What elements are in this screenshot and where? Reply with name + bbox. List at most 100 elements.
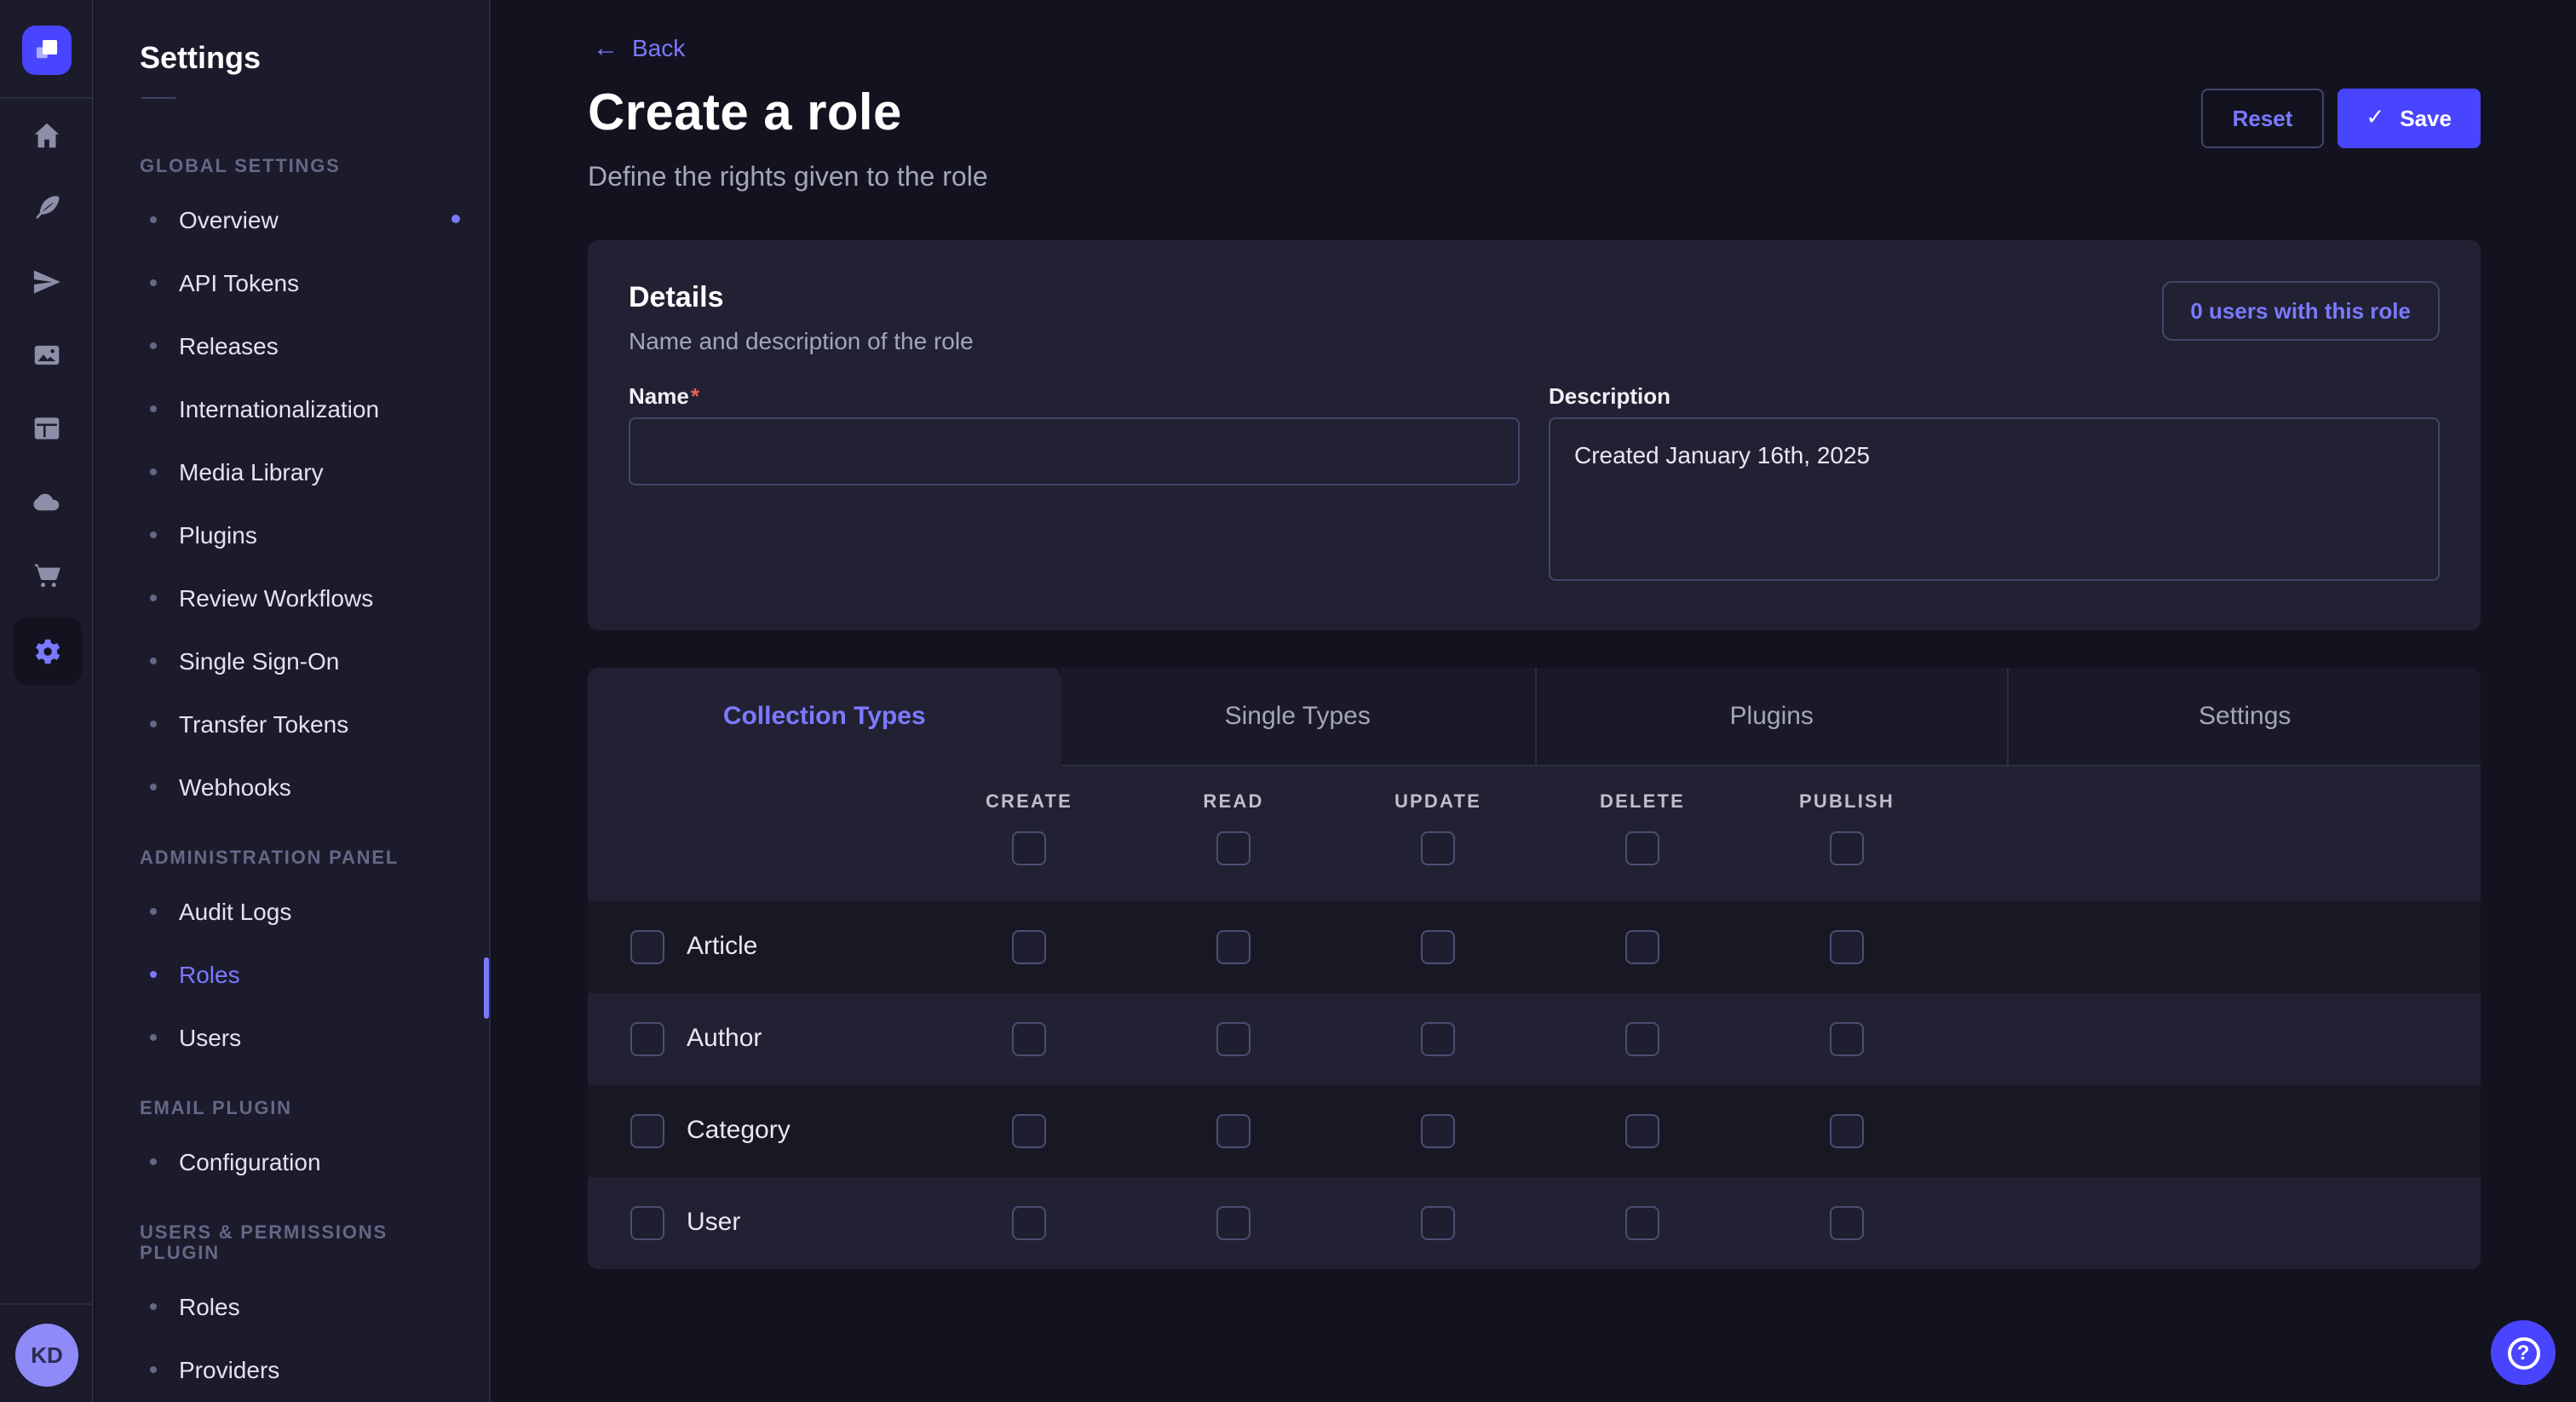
sidebar-item-roles[interactable]: Roles	[95, 942, 489, 1005]
perm-article-read-checkbox[interactable]	[1216, 929, 1251, 963]
perm-category-read-checkbox[interactable]	[1216, 1113, 1251, 1147]
sidebar-item-label: Media Library	[179, 457, 324, 485]
content-manager-icon[interactable]	[10, 392, 83, 465]
sidebar-item-label: Webhooks	[179, 773, 291, 800]
table-row-user: User	[588, 1176, 2481, 1268]
perm-article-create-checkbox[interactable]	[1012, 929, 1046, 963]
sidebar-item-review-workflows[interactable]: Review Workflows	[95, 566, 489, 629]
perm-author-read-checkbox[interactable]	[1216, 1021, 1251, 1055]
settings-gear-icon[interactable]	[13, 617, 81, 685]
sidebar-item-label: Users	[179, 1023, 241, 1050]
sidebar-item-users[interactable]: Users	[95, 1005, 489, 1068]
row-article-select-checkbox[interactable]	[630, 929, 664, 963]
sidebar-item-api-tokens[interactable]: API Tokens	[95, 250, 489, 313]
sidebar-item-providers[interactable]: Providers	[95, 1337, 489, 1400]
marketplace-cart-icon[interactable]	[10, 538, 83, 612]
sidebar-item-overview[interactable]: Overview	[95, 187, 489, 250]
perm-column-label: DELETE	[1600, 791, 1685, 812]
save-label: Save	[2400, 105, 2452, 130]
avatar[interactable]: KD	[15, 1324, 78, 1387]
tab-plugins[interactable]: Plugins	[1534, 667, 2008, 766]
tab-settings[interactable]: Settings	[2008, 667, 2481, 766]
sidebar-item-plugins[interactable]: Plugins	[95, 503, 489, 566]
table-row-article: Article	[588, 900, 2481, 992]
select-all-publish-checkbox[interactable]	[1830, 830, 1864, 865]
permissions-section: Collection TypesSingle TypesPluginsSetti…	[588, 667, 2481, 1268]
role-name-input[interactable]	[629, 417, 1520, 485]
sidebar-item-audit-logs[interactable]: Audit Logs	[95, 879, 489, 942]
save-button[interactable]: ✓ Save	[2337, 88, 2481, 147]
sidebar-item-roles[interactable]: Roles	[95, 1274, 489, 1337]
check-icon: ✓	[2366, 104, 2384, 131]
perm-user-read-checkbox[interactable]	[1216, 1205, 1251, 1239]
media-library-icon[interactable]	[10, 319, 83, 392]
perm-author-publish-checkbox[interactable]	[1830, 1021, 1864, 1055]
role-description-textarea[interactable]: Created January 16th, 2025	[1549, 417, 2440, 580]
nav-section-label: EMAIL PLUGIN	[140, 1099, 445, 1119]
tab-collection-types[interactable]: Collection Types	[588, 667, 1061, 766]
perm-column-create: CREATE	[927, 766, 1131, 865]
sidebar-item-media-library[interactable]: Media Library	[95, 440, 489, 503]
collection-types-panel: CREATEREADUPDATEDELETEPUBLISH ArticleAut…	[588, 766, 2481, 1268]
perm-user-update-checkbox[interactable]	[1421, 1205, 1455, 1239]
perm-article-publish-checkbox[interactable]	[1830, 929, 1864, 963]
perm-column-label: CREATE	[986, 791, 1072, 812]
perm-article-delete-checkbox[interactable]	[1625, 929, 1659, 963]
perm-user-create-checkbox[interactable]	[1012, 1205, 1046, 1239]
help-button[interactable]: ?	[2491, 1320, 2556, 1385]
cloud-icon[interactable]	[10, 465, 83, 538]
perm-column-read: READ	[1131, 766, 1336, 865]
tab-single-types[interactable]: Single Types	[1061, 667, 1535, 766]
row-category-select-checkbox[interactable]	[630, 1113, 664, 1147]
bullet-icon	[150, 468, 157, 474]
select-all-delete-checkbox[interactable]	[1625, 830, 1659, 865]
bullet-icon	[150, 1365, 157, 1372]
sidebar-item-internationalization[interactable]: Internationalization	[95, 376, 489, 440]
perm-user-publish-checkbox[interactable]	[1830, 1205, 1864, 1239]
sidebar-item-single-sign-on[interactable]: Single Sign-On	[95, 629, 489, 692]
select-all-read-checkbox[interactable]	[1216, 830, 1251, 865]
perm-author-create-checkbox[interactable]	[1012, 1021, 1046, 1055]
perm-category-publish-checkbox[interactable]	[1830, 1113, 1864, 1147]
row-label: Category	[687, 1116, 791, 1145]
sidebar-item-transfer-tokens[interactable]: Transfer Tokens	[95, 692, 489, 755]
sidebar-item-label: Internationalization	[179, 394, 379, 422]
sidebar-item-configuration[interactable]: Configuration	[95, 1129, 489, 1192]
back-link[interactable]: ← Back	[593, 34, 685, 61]
row-author-select-checkbox[interactable]	[630, 1021, 664, 1055]
bullet-icon	[150, 279, 157, 285]
description-field-label: Description	[1549, 382, 2440, 408]
nav-section-users-and-permissions-plugin: USERS & PERMISSIONS PLUGINRolesProviders	[95, 1223, 489, 1400]
main-nav-rail: KD	[0, 0, 94, 1402]
perm-category-delete-checkbox[interactable]	[1625, 1113, 1659, 1147]
subnav-scrollbar-thumb[interactable]	[484, 957, 489, 1019]
sidebar-item-webhooks[interactable]: Webhooks	[95, 755, 489, 818]
perm-author-delete-checkbox[interactable]	[1625, 1021, 1659, 1055]
users-with-role-button[interactable]: 0 users with this role	[2161, 280, 2440, 340]
feather-icon[interactable]	[10, 172, 83, 245]
home-icon[interactable]	[10, 99, 83, 172]
select-all-create-checkbox[interactable]	[1012, 830, 1046, 865]
sidebar-item-releases[interactable]: Releases	[95, 313, 489, 376]
permissions-tabs: Collection TypesSingle TypesPluginsSetti…	[588, 667, 2481, 766]
strapi-logo[interactable]	[22, 26, 72, 75]
sidebar-item-label: Configuration	[179, 1147, 321, 1175]
bullet-icon	[150, 342, 157, 348]
reset-button[interactable]: Reset	[2202, 88, 2324, 147]
sidebar-item-label: API Tokens	[179, 268, 299, 296]
bullet-icon	[150, 970, 157, 977]
perm-user-delete-checkbox[interactable]	[1625, 1205, 1659, 1239]
perm-article-update-checkbox[interactable]	[1421, 929, 1455, 963]
nav-section-label: ADMINISTRATION PANEL	[140, 848, 445, 869]
perm-author-update-checkbox[interactable]	[1421, 1021, 1455, 1055]
nav-section-label: GLOBAL SETTINGS	[140, 157, 445, 177]
select-all-update-checkbox[interactable]	[1421, 830, 1455, 865]
back-arrow-icon: ←	[593, 35, 618, 60]
subnav-title-divider	[141, 97, 175, 99]
paper-plane-icon[interactable]	[10, 245, 83, 319]
perm-column-label: READ	[1203, 791, 1263, 812]
perm-category-create-checkbox[interactable]	[1012, 1113, 1046, 1147]
rail-divider-bottom	[0, 1303, 94, 1305]
row-user-select-checkbox[interactable]	[630, 1205, 664, 1239]
perm-category-update-checkbox[interactable]	[1421, 1113, 1455, 1147]
